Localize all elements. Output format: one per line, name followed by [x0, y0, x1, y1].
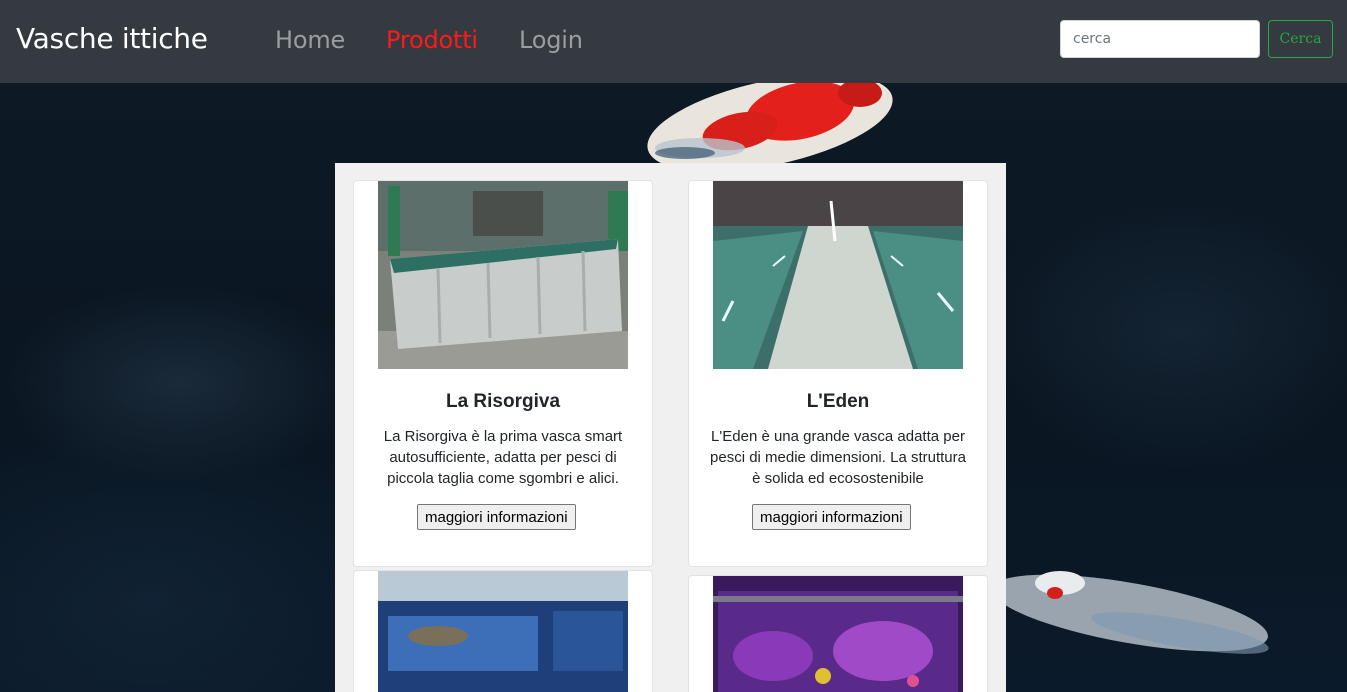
product-title: La Risorgiva: [445, 391, 561, 412]
more-info-button[interactable]: maggiori informazioni: [752, 504, 911, 530]
product-card: [688, 575, 988, 692]
more-info-button[interactable]: maggiori informazioni: [417, 504, 576, 530]
product-title: L'Eden: [806, 391, 870, 412]
products-panel: La Risorgiva La Risorgiva è la prima vas…: [335, 163, 1006, 692]
search-input[interactable]: [1060, 20, 1260, 58]
product-card-la-risorgiva: La Risorgiva La Risorgiva è la prima vas…: [353, 180, 653, 567]
nav-link-home[interactable]: Home: [275, 26, 345, 54]
product-image[interactable]: [378, 571, 628, 692]
top-navbar: Vasche ittiche Home Prodotti Login Cerca: [0, 0, 1347, 83]
brand-title[interactable]: Vasche ittiche: [16, 22, 208, 55]
koi-fish-image: [647, 83, 893, 172]
product-description: L'Eden è una grande vasca adatta per pes…: [710, 428, 966, 487]
search-button[interactable]: Cerca: [1268, 20, 1333, 58]
product-image-la-risorgiva[interactable]: [378, 181, 628, 369]
nav-link-login[interactable]: Login: [519, 26, 583, 54]
product-image-l-eden[interactable]: [713, 181, 963, 369]
koi-fish-image-right: [1000, 571, 1269, 654]
product-image[interactable]: [713, 576, 963, 692]
nav-link-prodotti[interactable]: Prodotti: [386, 26, 478, 54]
product-card: [353, 570, 653, 692]
product-description: La Risorgiva è la prima vasca smart auto…: [383, 428, 623, 487]
product-card-l-eden: L'Eden L'Eden è una grande vasca adatta …: [688, 180, 988, 567]
